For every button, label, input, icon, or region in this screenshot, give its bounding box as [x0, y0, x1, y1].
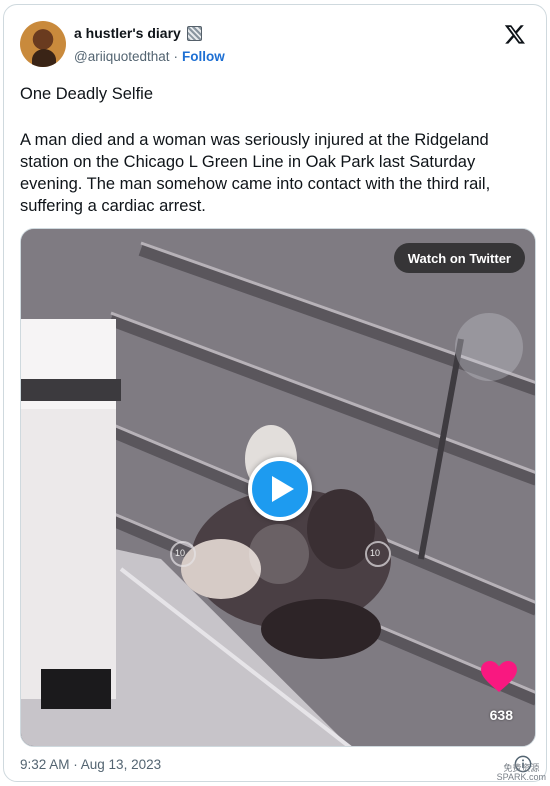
avatar[interactable]	[20, 21, 66, 67]
heart-icon[interactable]	[481, 661, 517, 693]
video-player[interactable]: 10 10 Watch on Twitter 638	[20, 228, 536, 747]
watermark-line-2: SPARK.com	[496, 772, 546, 782]
tweet-card: a hustler's diary @ariiquotedthat · Foll…	[3, 4, 547, 782]
x-logo-icon[interactable]	[504, 23, 526, 45]
author-handle-row: @ariiquotedthat · Follow	[74, 49, 225, 64]
separator-dot: ·	[173, 49, 179, 64]
badge-emoji-icon	[186, 25, 202, 41]
tweet-timestamp[interactable]: 9:32 AM · Aug 13, 2023	[20, 757, 161, 772]
play-button[interactable]	[248, 457, 312, 521]
author-name-row: a hustler's diary	[74, 25, 202, 41]
author-display-name[interactable]: a hustler's diary	[74, 25, 181, 41]
forward-label[interactable]: 10	[370, 548, 380, 558]
tweet-body: A man died and a woman was seriously inj…	[20, 131, 491, 215]
rewind-label[interactable]: 10	[175, 548, 185, 558]
watermark: 免费资源 SPARK.com	[497, 764, 546, 782]
author-handle[interactable]: @ariiquotedthat	[74, 49, 170, 64]
like-count: 638	[489, 707, 513, 723]
follow-button[interactable]: Follow	[182, 49, 225, 64]
tweet-title: One Deadly Selfie	[20, 85, 153, 103]
watch-on-twitter-button[interactable]: Watch on Twitter	[393, 243, 525, 273]
play-icon	[271, 476, 294, 502]
